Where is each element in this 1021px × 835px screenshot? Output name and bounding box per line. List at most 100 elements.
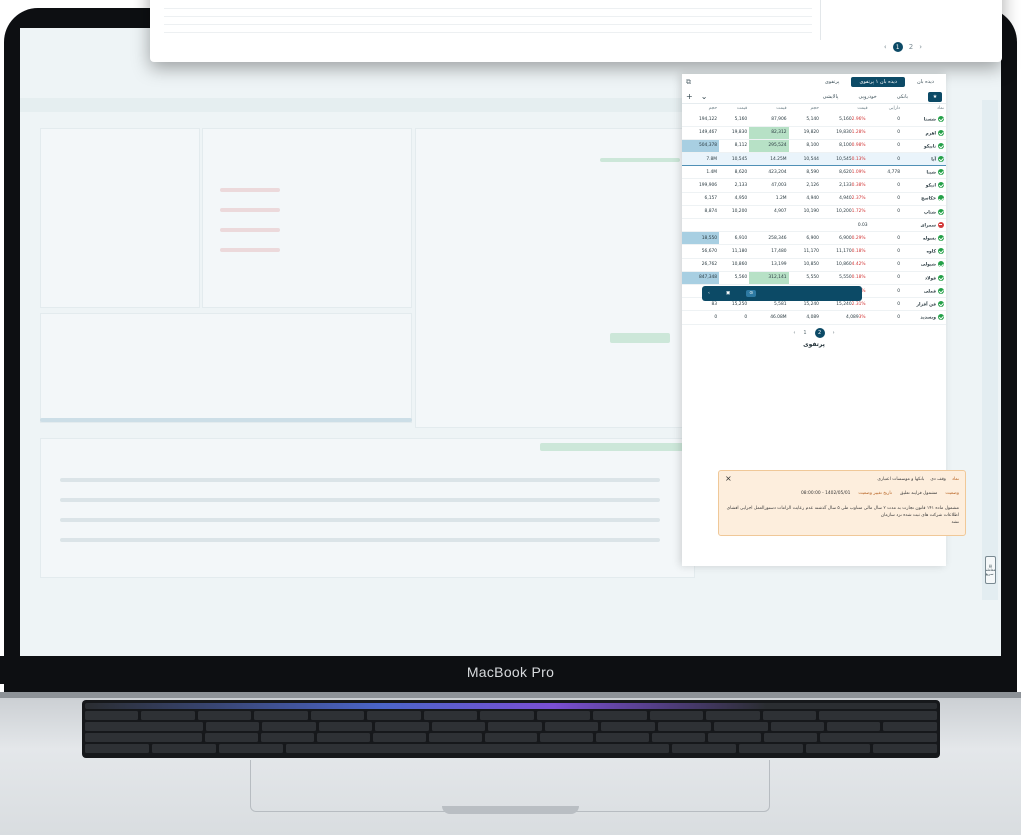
cell-symbol: شستا bbox=[902, 113, 946, 127]
quick-trade-button[interactable]: ▤ معامله سریع bbox=[985, 556, 996, 584]
cell-asset: 0 bbox=[869, 113, 902, 127]
subtab-auto[interactable]: خودرویی bbox=[858, 94, 876, 100]
cell-symbol: اهرم bbox=[902, 126, 946, 140]
check-icon bbox=[938, 235, 944, 242]
tab-portfolio[interactable]: پرتفوی bbox=[817, 77, 848, 87]
cell-price: 19,8301.28% bbox=[820, 126, 870, 140]
popup-pager[interactable]: ‹ 1 2 › bbox=[884, 42, 922, 52]
cell-asset: 0 bbox=[869, 310, 902, 325]
calendar-icon[interactable]: ▣ bbox=[726, 291, 730, 296]
cell-bid-volume: 1.4M bbox=[682, 165, 720, 180]
cell-volume: 8,100 bbox=[788, 139, 821, 154]
cell-bid-price bbox=[719, 218, 750, 233]
cell-asset: 0 bbox=[869, 297, 902, 312]
alert-description: مشمول ماده ۱۴۱ قانون تجارت به مدت ۲ سال … bbox=[726, 506, 959, 518]
check-icon bbox=[938, 182, 944, 189]
symbol-alert: نماد وقف دی بانکها و موسسات اعتباری × وض… bbox=[718, 470, 966, 536]
cell-bid-volume: 847,348 bbox=[682, 271, 720, 285]
cell-bid-price: 10,200 bbox=[719, 205, 750, 220]
alert-extra: نشد bbox=[951, 520, 959, 525]
cell-symbol: شپنا bbox=[902, 165, 946, 180]
cell-asset: 0 bbox=[869, 126, 902, 140]
page-2[interactable]: 2 bbox=[814, 327, 825, 338]
cell-asset: 0 bbox=[869, 178, 902, 193]
cell-symbol: آبا bbox=[902, 152, 946, 167]
cell-asset: 0 bbox=[869, 152, 902, 167]
cell-bid-price: 19,830 bbox=[719, 126, 750, 140]
alert-sector: بانکها و موسسات اعتباری bbox=[877, 476, 925, 482]
table-row[interactable]: سمرای 0.03 bbox=[682, 218, 946, 233]
table-row[interactable]: انیکو 0 2,1330.38% 2,126 47,003 2,133 199,906 bbox=[682, 178, 946, 193]
page-1[interactable]: 1 bbox=[803, 330, 806, 336]
tab-watchlist[interactable]: دیده بان bbox=[909, 77, 942, 87]
check-icon bbox=[938, 314, 944, 321]
add-icon[interactable]: + bbox=[686, 92, 693, 101]
price-change: 4.42% bbox=[851, 262, 866, 268]
table-row[interactable]: شپنا 4,778 8,6201.09% 8,590 423,204 8,620 1.4M bbox=[682, 165, 946, 180]
info-badge[interactable]: ⊙ bbox=[746, 290, 757, 297]
chevron-left-icon[interactable]: ‹ bbox=[708, 291, 710, 296]
table-row[interactable]: آبا 0 10,5450.13% 10,544 14.25M 10,545 7.8M bbox=[682, 152, 946, 167]
chevron-down-icon[interactable]: ⌄ bbox=[701, 92, 708, 101]
table-row[interactable]: وبسدید 0 4,0893% 4,089 46.08M 0 0 bbox=[682, 310, 946, 325]
check-icon bbox=[938, 287, 944, 294]
cell-bid-volume: 149,467 bbox=[682, 126, 720, 140]
popup-table: ‹ 1 2 › bbox=[150, 0, 1002, 62]
check-icon bbox=[938, 116, 944, 123]
check-icon bbox=[938, 300, 944, 307]
check-icon bbox=[938, 261, 944, 268]
cell-asset: 0 bbox=[869, 271, 902, 285]
table-row[interactable]: شتاپ 0 10,2001.72% 10,190 4,907 10,200 8,874 bbox=[682, 205, 946, 220]
cell-volume: 10,190 bbox=[788, 205, 821, 220]
cell-volume: 8,590 bbox=[788, 165, 821, 180]
cell-bid-volume: 26,762 bbox=[682, 258, 720, 272]
check-icon bbox=[938, 129, 944, 136]
price-change: 2.37% bbox=[851, 196, 866, 202]
price-change: 3% bbox=[858, 314, 866, 320]
subtab-banks[interactable]: بانکی bbox=[897, 94, 908, 100]
col-bid: قیمت bbox=[776, 106, 787, 111]
cell-volume: 10,850 bbox=[788, 258, 821, 272]
cell-bid: 46.08M bbox=[749, 310, 789, 325]
table-row[interactable]: اهرم 0 19,8301.28% 19,820 82,312 19,830 149,46… bbox=[682, 126, 946, 140]
tab-watchlist-portfolio[interactable]: دیده بان ۱ پرتفوی bbox=[851, 77, 905, 87]
cell-price: 4,0893% bbox=[820, 310, 870, 325]
cell-bid: 17,480 bbox=[749, 244, 789, 259]
table-row[interactable]: کاوه 0 11,1700.18% 11,170 17,480 11,180 56,670 bbox=[682, 244, 946, 259]
price-change: 1.28% bbox=[851, 130, 866, 136]
cell-bid-price: 4,950 bbox=[719, 192, 750, 206]
price-change: 0.18% bbox=[851, 275, 866, 281]
star-icon[interactable]: ★ bbox=[928, 91, 942, 102]
table-row[interactable]: خکاسچ 0 4,9402.37% 4,940 1.2M 4,950 6,157 bbox=[682, 192, 946, 206]
price-change: 0.29% bbox=[851, 235, 866, 241]
cell-price: 2,1330.38% bbox=[820, 178, 870, 193]
copy-icon[interactable]: ⧉ bbox=[686, 78, 691, 87]
cell-price: 11,1700.18% bbox=[820, 244, 870, 259]
cell-volume: 5,550 bbox=[788, 271, 821, 285]
cell-bid-volume: 18,550 bbox=[682, 231, 720, 246]
subtab-refinery[interactable]: پالایشی bbox=[823, 94, 839, 100]
cell-bid-volume: 504,378 bbox=[682, 139, 720, 154]
cell-bid-volume bbox=[682, 218, 720, 233]
cell-bid: 87,906 bbox=[749, 113, 789, 127]
table-row[interactable]: فولاد 0 5,5500.18% 5,550 312,141 5,560 847,348 bbox=[682, 271, 946, 285]
table-row[interactable]: شستا 0 5,1602.96% 5,140 87,906 5,160 194,122 bbox=[682, 113, 946, 127]
cell-volume: 6,900 bbox=[788, 231, 821, 246]
cell-price: 5,5500.18% bbox=[820, 271, 870, 285]
check-icon bbox=[938, 155, 944, 162]
prev-page-icon[interactable]: ‹ bbox=[793, 330, 795, 336]
close-icon[interactable]: × bbox=[725, 475, 732, 483]
table-row[interactable]: بسوله 0 6,9000.29% 6,900 258,346 6,910 18,550 bbox=[682, 231, 946, 246]
cell-symbol: انیکو bbox=[902, 178, 946, 193]
check-icon bbox=[938, 195, 944, 202]
cell-bid: 258,346 bbox=[749, 231, 789, 246]
quick-trade-label: معامله سریع bbox=[985, 568, 996, 576]
table-row[interactable]: تاپیکو 0 8,1000.98% 8,100 295,524 8,112 504,37… bbox=[682, 139, 946, 154]
cell-symbol: خکاسچ bbox=[902, 192, 946, 206]
cell-asset: 0 bbox=[869, 284, 902, 299]
table-row[interactable]: شپولی 0 10,8604.42% 10,850 13,199 10,860 26,76… bbox=[682, 258, 946, 272]
cell-volume: 5,140 bbox=[788, 113, 821, 127]
alert-symbol: وقف دی bbox=[930, 476, 946, 482]
cell-bid: 1.2M bbox=[749, 192, 789, 206]
next-page-icon[interactable]: › bbox=[833, 330, 835, 336]
